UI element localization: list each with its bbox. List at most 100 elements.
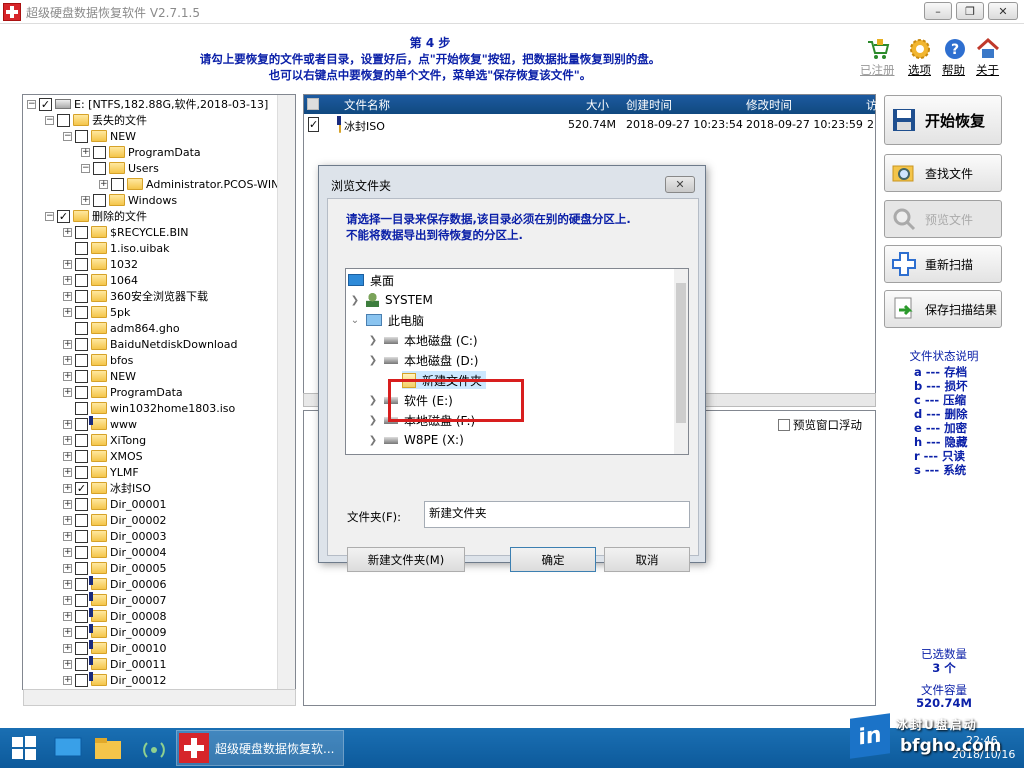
tree-item[interactable]: + ProgramData [63, 384, 183, 400]
directory-tree[interactable]: − ✓ E: [NTFS,182.88G,软件,2018-03-13] − 丢失的文件… [22, 94, 296, 690]
checkbox[interactable] [75, 497, 88, 511]
checkbox[interactable]: ✓ [57, 209, 70, 223]
expand-icon[interactable]: + [63, 227, 72, 237]
expand-icon[interactable]: + [99, 179, 108, 189]
checkbox[interactable] [75, 321, 88, 335]
options-link[interactable]: 选项 [908, 62, 931, 78]
checkbox[interactable] [75, 289, 88, 303]
checkbox[interactable] [93, 161, 106, 175]
checkbox[interactable] [75, 129, 88, 143]
tree-vertical-scrollbar[interactable] [277, 95, 295, 689]
checkbox[interactable] [75, 641, 88, 655]
expand-icon[interactable]: + [63, 499, 72, 509]
tree-deleted-files[interactable]: − ✓ 删除的文件 [45, 208, 147, 224]
tree-item[interactable]: + BaiduNetdiskDownload [63, 336, 237, 352]
select-all-icon[interactable] [307, 98, 319, 110]
start-recovery-button[interactable]: 开始恢复 [884, 95, 1002, 145]
expand-icon[interactable]: + [81, 147, 90, 157]
expand-icon[interactable]: + [63, 563, 72, 573]
expand-icon[interactable]: + [63, 659, 72, 669]
tree-item[interactable]: + Dir_00003 [63, 528, 167, 544]
checkbox[interactable] [75, 401, 88, 415]
help-icon[interactable]: ? [942, 36, 968, 62]
save-scan-button[interactable]: 保存扫描结果 [884, 290, 1002, 328]
maximize-button[interactable]: ❐ [956, 2, 984, 20]
explorer-icon[interactable] [92, 733, 124, 763]
tree-item[interactable]: + Dir_00006 [63, 576, 167, 592]
checkbox[interactable] [75, 465, 88, 479]
gear-icon[interactable] [907, 36, 933, 62]
folder-input[interactable]: 新建文件夹 [424, 501, 690, 528]
tree-item[interactable]: + Dir_00012 [63, 672, 167, 688]
tree-node-system[interactable]: ❯ SYSTEM [350, 291, 433, 309]
checkbox[interactable] [75, 417, 88, 431]
checkbox[interactable] [75, 353, 88, 367]
chevron-down-icon[interactable]: ⌄ [350, 315, 360, 326]
tree-item[interactable]: + ✓ 冰封ISO [63, 480, 151, 496]
chevron-right-icon[interactable]: ❯ [368, 335, 378, 346]
checkbox[interactable] [75, 225, 88, 239]
tree-item[interactable]: + Dir_00002 [63, 512, 167, 528]
tree-item[interactable]: +1064 [63, 272, 138, 288]
tree-lost-files[interactable]: − 丢失的文件 [45, 112, 147, 128]
tree-item[interactable]: + Dir_00009 [63, 624, 167, 640]
column-modified[interactable]: 修改时间 [746, 97, 792, 113]
checkbox[interactable] [57, 113, 70, 127]
collapse-icon[interactable]: − [45, 211, 54, 221]
expand-icon[interactable]: + [81, 195, 90, 205]
close-button[interactable]: ✕ [988, 2, 1018, 20]
checkbox[interactable] [75, 305, 88, 319]
expand-icon[interactable]: + [63, 579, 72, 589]
tree-item[interactable]: + Dir_00008 [63, 608, 167, 624]
checkbox[interactable]: ✓ [39, 97, 52, 111]
tree-item[interactable]: + YLMF [63, 464, 139, 480]
tree-item[interactable]: + NEW [63, 368, 136, 384]
rescan-button[interactable]: 重新扫描 [884, 245, 1002, 283]
expand-icon[interactable]: + [63, 531, 72, 541]
checkbox[interactable] [75, 609, 88, 623]
help-link[interactable]: 帮助 [942, 62, 965, 78]
tree-item[interactable]: +5pk [63, 304, 130, 320]
checkbox[interactable] [75, 273, 88, 287]
chevron-right-icon[interactable]: ❯ [368, 435, 378, 446]
ok-button[interactable]: 确定 [510, 547, 596, 572]
tree-item[interactable]: + XiTong [63, 432, 146, 448]
tree-item[interactable]: + ProgramData [81, 144, 201, 160]
cancel-button[interactable]: 取消 [604, 547, 690, 572]
expand-icon[interactable]: + [63, 275, 72, 285]
expand-icon[interactable]: + [63, 627, 72, 637]
collapse-icon[interactable]: − [63, 131, 72, 141]
expand-icon[interactable]: + [63, 595, 72, 605]
checkbox[interactable] [75, 433, 88, 447]
collapse-icon[interactable]: − [27, 99, 36, 109]
tree-item[interactable]: + bfos [63, 352, 133, 368]
checkbox[interactable] [75, 513, 88, 527]
checkbox[interactable] [75, 257, 88, 271]
checkbox[interactable] [75, 449, 88, 463]
column-size[interactable]: 大小 [586, 97, 609, 113]
tree-node-desktop[interactable]: 桌面 [348, 271, 394, 289]
tree-horizontal-scrollbar[interactable] [23, 689, 296, 706]
column-extra[interactable]: 访 [866, 97, 878, 113]
checkbox[interactable] [75, 593, 88, 607]
home-icon[interactable] [975, 36, 1001, 62]
taskbar-app[interactable]: 超级硬盘数据恢复软... [176, 730, 344, 766]
checkbox[interactable] [778, 419, 790, 431]
about-link[interactable]: 关于 [976, 62, 999, 78]
checkbox[interactable] [75, 657, 88, 671]
checkbox[interactable] [75, 241, 88, 255]
column-name[interactable]: 文件名称 [344, 97, 390, 113]
checkbox[interactable]: ✓ [75, 481, 88, 495]
tree-item[interactable]: + Dir_00004 [63, 544, 167, 560]
collapse-icon[interactable]: − [45, 115, 54, 125]
table-row[interactable]: ✓ 冰封ISO 520.74M 2018-09-27 10:23:54 2018… [304, 116, 875, 134]
preview-float-option[interactable]: 预览窗口浮动 [778, 417, 862, 433]
expand-icon[interactable]: + [63, 339, 72, 349]
row-checkbox[interactable]: ✓ [308, 117, 320, 132]
tree-item[interactable]: +360安全浏览器下载 [63, 288, 208, 304]
tree-item[interactable]: adm864.gho [63, 320, 180, 336]
tree-item[interactable]: − NEW [63, 128, 136, 144]
column-created[interactable]: 创建时间 [626, 97, 672, 113]
expand-icon[interactable]: + [63, 643, 72, 653]
expand-icon[interactable]: + [63, 387, 72, 397]
